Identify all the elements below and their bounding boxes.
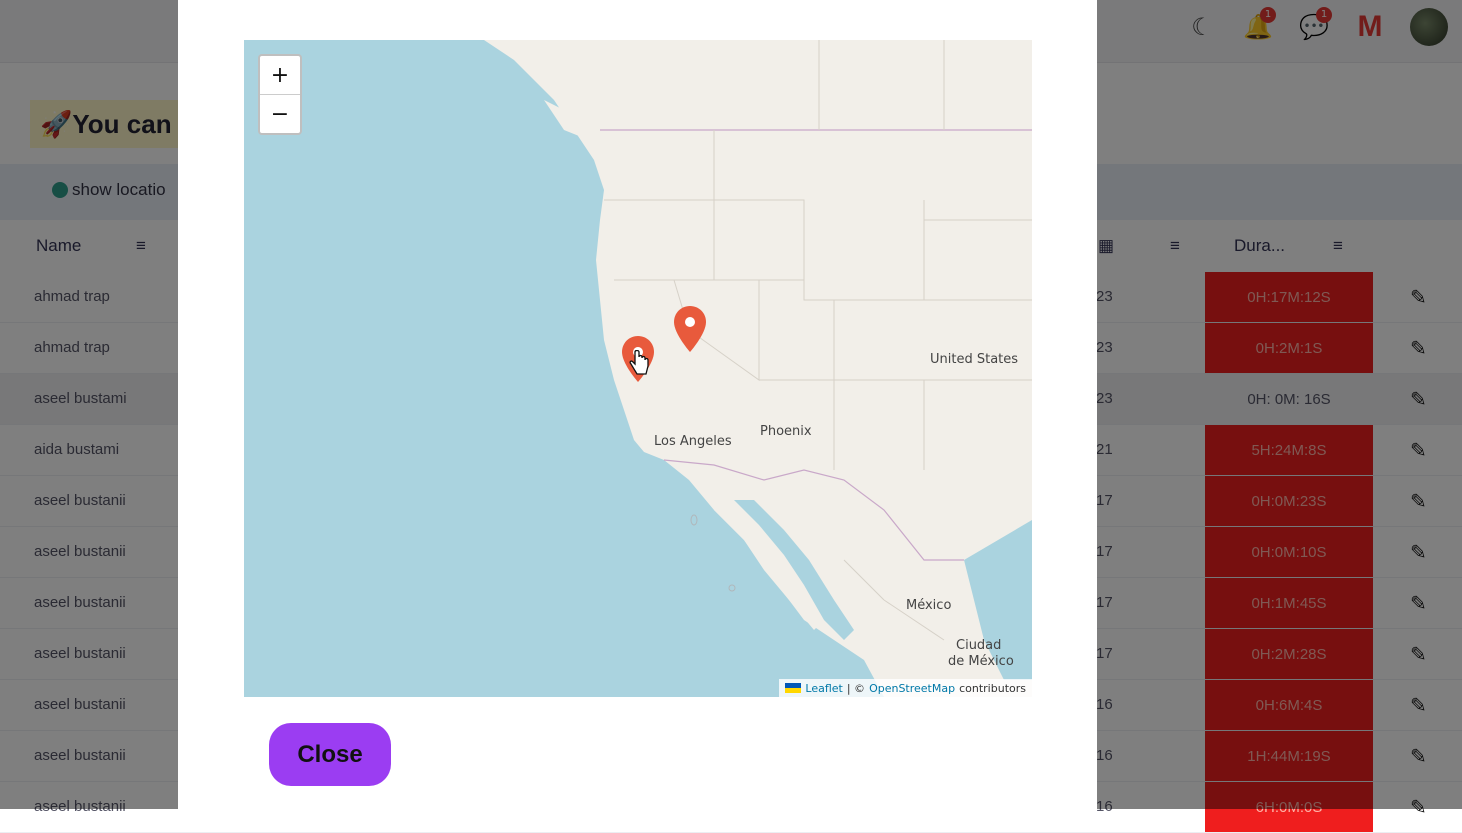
map-label-ciudad: Ciudad xyxy=(956,638,1002,653)
map-attribution: Leaflet | © OpenStreetMap contributors xyxy=(779,679,1032,697)
map-label-united-states: United States xyxy=(930,352,1019,367)
openstreetmap-link[interactable]: OpenStreetMap xyxy=(869,682,955,695)
map-marker-icon[interactable] xyxy=(674,306,706,352)
close-button[interactable]: Close xyxy=(269,723,391,786)
map-modal: + − United States Los Angeles Phoenix Mé… xyxy=(178,0,1097,809)
map-label-phoenix: Phoenix xyxy=(760,424,812,439)
attribution-contributors: contributors xyxy=(959,681,1026,695)
zoom-out-button[interactable]: − xyxy=(260,94,300,133)
map-label-de-mexico: de México xyxy=(948,654,1014,669)
map-label-los-angeles: Los Angeles xyxy=(654,434,732,449)
zoom-in-button[interactable]: + xyxy=(260,56,300,94)
zoom-control: + − xyxy=(258,54,302,135)
leaflet-link[interactable]: Leaflet xyxy=(805,682,842,695)
attribution-separator: | © xyxy=(846,681,866,695)
hand-cursor-icon xyxy=(629,350,649,375)
ukraine-flag-icon xyxy=(785,683,802,693)
map-label-mexico: México xyxy=(906,598,952,613)
map-view[interactable]: + − United States Los Angeles Phoenix Mé… xyxy=(244,40,1032,697)
